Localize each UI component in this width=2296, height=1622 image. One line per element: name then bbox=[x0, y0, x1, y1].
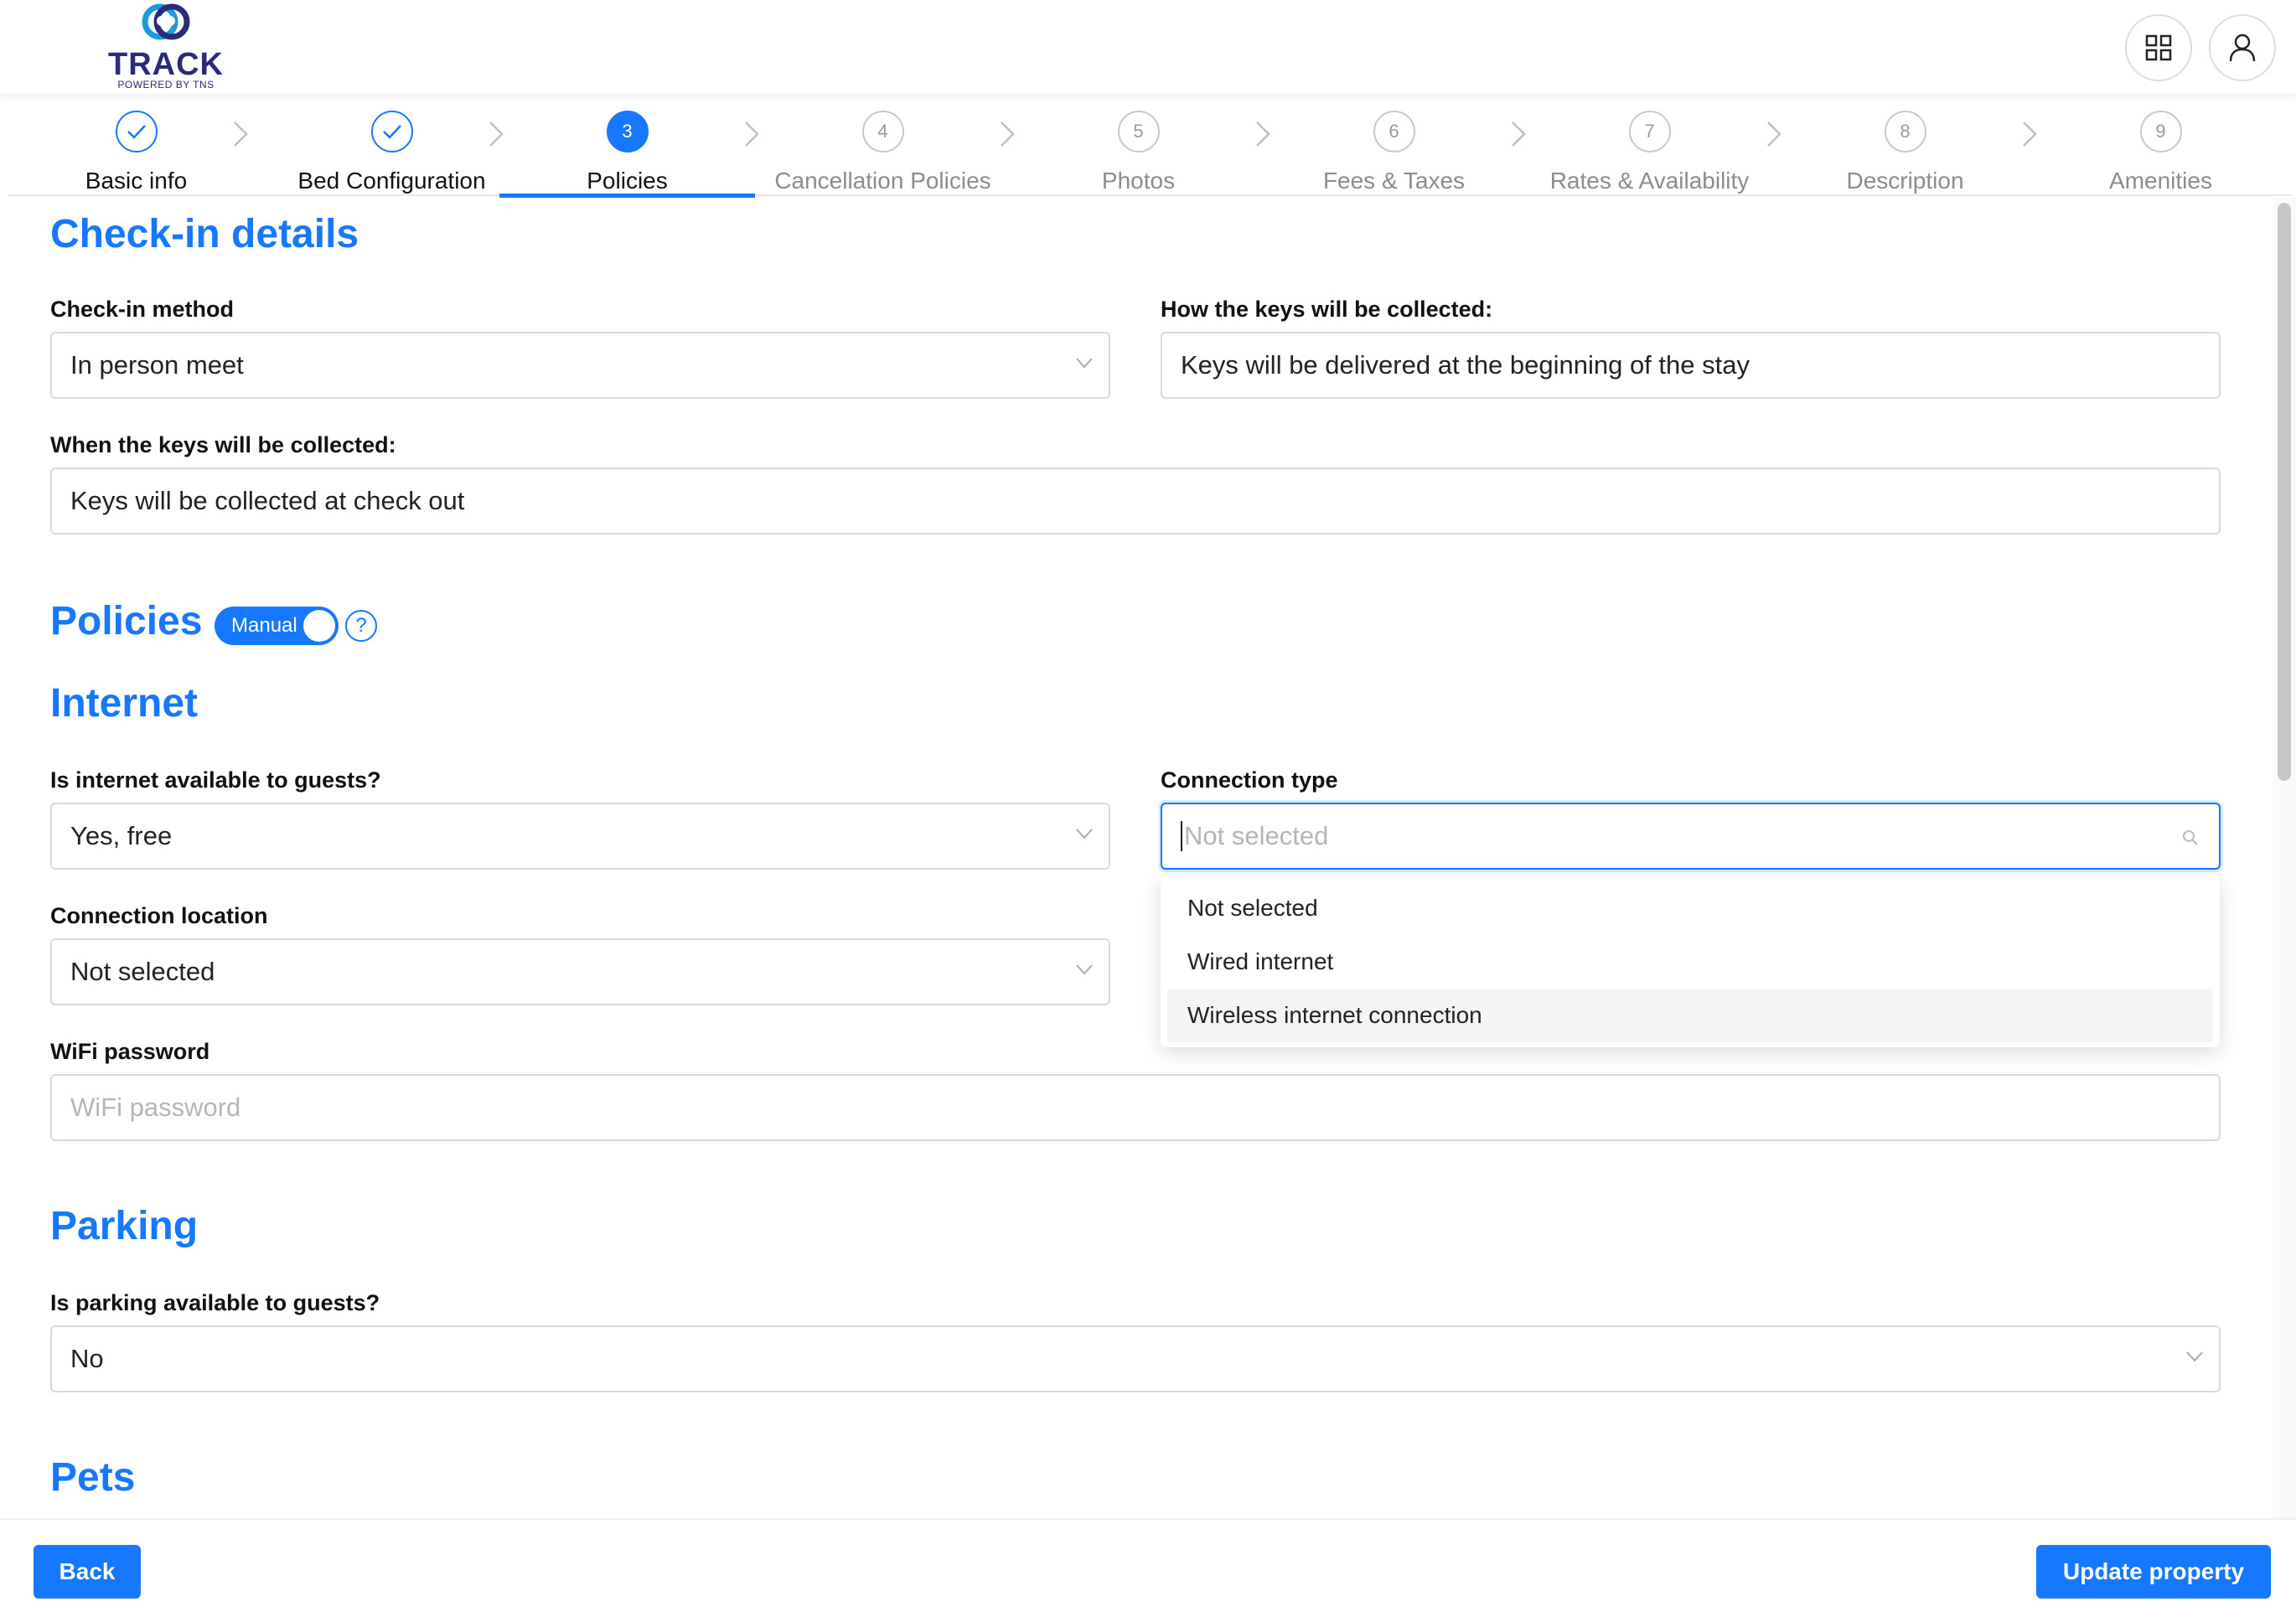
wizard-steps: Basic info Bed Configuration 3 Policies … bbox=[8, 94, 2291, 198]
track-logo[interactable]: TRACK POWERED BY TNS bbox=[107, 0, 225, 92]
option-wireless-internet[interactable]: Wireless internet connection bbox=[1167, 989, 2213, 1042]
step-number: 7 bbox=[1628, 111, 1671, 152]
text-caret bbox=[1181, 821, 1182, 851]
wifi-password-label: WiFi password bbox=[50, 1039, 210, 1064]
step-description[interactable]: 8 Description bbox=[1777, 111, 2033, 196]
manual-toggle[interactable]: Manual bbox=[215, 607, 339, 645]
step-basic-info[interactable]: Basic info bbox=[8, 111, 264, 196]
connection-type-select[interactable]: Not selected bbox=[1161, 803, 2221, 870]
internet-available-value: Yes, free bbox=[70, 821, 173, 850]
step-label: Description bbox=[1846, 168, 1964, 194]
keys-how-input[interactable]: Keys will be delivered at the beginning … bbox=[1161, 332, 2221, 399]
step-label: Bed Configuration bbox=[297, 168, 486, 194]
step-label: Cancellation Policies bbox=[774, 168, 991, 194]
step-policies[interactable]: 3 Policies bbox=[499, 111, 755, 198]
checkin-method-label: Check-in method bbox=[50, 297, 235, 322]
chevron-down-icon bbox=[1076, 829, 1093, 839]
check-icon bbox=[115, 111, 158, 152]
step-cancellation-policies[interactable]: 4 Cancellation Policies bbox=[755, 111, 1011, 196]
connection-type-dropdown: Not selected Wired internet Wireless int… bbox=[1161, 875, 2220, 1047]
parking-available-select[interactable]: No bbox=[50, 1325, 2221, 1392]
back-button[interactable]: Back bbox=[34, 1545, 141, 1599]
internet-section-title: Internet bbox=[50, 681, 199, 726]
option-wired-internet[interactable]: Wired internet bbox=[1167, 935, 2213, 989]
keys-when-value: Keys will be collected at check out bbox=[70, 486, 465, 515]
step-number: 9 bbox=[2139, 111, 2182, 152]
step-number: 5 bbox=[1117, 111, 1160, 152]
wifi-password-placeholder: WiFi password bbox=[70, 1093, 241, 1122]
step-number: 4 bbox=[861, 111, 904, 152]
chevron-down-icon bbox=[2186, 1351, 2203, 1362]
parking-available-label: Is parking available to guests? bbox=[50, 1290, 380, 1315]
toggle-knob bbox=[303, 610, 335, 642]
option-not-selected[interactable]: Not selected bbox=[1167, 881, 2213, 935]
checkin-section-title: Check-in details bbox=[50, 212, 359, 256]
parking-available-value: No bbox=[70, 1344, 104, 1373]
check-icon bbox=[370, 111, 413, 152]
apps-grid-button[interactable] bbox=[2125, 14, 2192, 81]
checkin-method-value: In person meet bbox=[70, 350, 244, 380]
step-rates-availability[interactable]: 7 Rates & Availability bbox=[1522, 111, 1777, 196]
user-icon bbox=[2229, 34, 2256, 62]
toggle-label: Manual bbox=[231, 614, 297, 637]
help-glyph: ? bbox=[355, 614, 367, 637]
step-label: Amenities bbox=[2109, 168, 2212, 194]
chevron-right-icon bbox=[234, 121, 248, 147]
user-account-button[interactable] bbox=[2209, 14, 2276, 81]
keys-how-value: Keys will be delivered at the beginning … bbox=[1181, 350, 1750, 380]
keys-how-label: How the keys will be collected: bbox=[1161, 297, 1493, 322]
logo-powered-by: POWERED BY TNS bbox=[117, 79, 215, 90]
step-label: Rates & Availability bbox=[1549, 168, 1750, 194]
step-label: Basic info bbox=[85, 168, 188, 194]
chevron-down-icon bbox=[1076, 964, 1093, 975]
step-photos[interactable]: 5 Photos bbox=[1011, 111, 1266, 196]
step-number: 6 bbox=[1373, 111, 1415, 152]
step-label: Photos bbox=[1101, 168, 1176, 194]
step-fees-taxes[interactable]: 6 Fees & Taxes bbox=[1266, 111, 1522, 196]
connection-location-value: Not selected bbox=[70, 957, 215, 986]
step-label: Policies bbox=[587, 168, 668, 194]
wifi-password-input[interactable]: WiFi password bbox=[50, 1074, 2221, 1141]
update-property-button[interactable]: Update property bbox=[2036, 1545, 2271, 1599]
chevron-down-icon bbox=[1076, 358, 1093, 369]
keys-when-input[interactable]: Keys will be collected at check out bbox=[50, 467, 2221, 535]
step-amenities[interactable]: 9 Amenities bbox=[2033, 111, 2288, 196]
top-bar: TRACK POWERED BY TNS bbox=[0, 0, 2296, 94]
keys-when-label: When the keys will be collected: bbox=[50, 432, 396, 457]
step-number: 8 bbox=[1884, 111, 1926, 152]
checkin-method-select[interactable]: In person meet bbox=[50, 332, 1110, 399]
scrollbar-thumb[interactable] bbox=[2278, 203, 2291, 781]
step-bed-configuration[interactable]: Bed Configuration bbox=[264, 111, 520, 196]
logo-mark-icon bbox=[142, 3, 190, 40]
pets-section-title: Pets bbox=[50, 1455, 136, 1500]
step-label: Fees & Taxes bbox=[1322, 168, 1466, 194]
search-icon bbox=[2183, 830, 2198, 845]
logo-brand-text: TRACK bbox=[108, 47, 224, 82]
connection-type-label: Connection type bbox=[1161, 767, 1338, 793]
connection-location-select[interactable]: Not selected bbox=[50, 938, 1110, 1005]
internet-available-select[interactable]: Yes, free bbox=[50, 803, 1110, 870]
policies-section-title: Policies bbox=[50, 599, 203, 643]
grid-icon bbox=[2145, 34, 2172, 61]
policies-form: Check-in details Check-in method In pers… bbox=[0, 198, 2271, 1518]
help-icon[interactable]: ? bbox=[345, 610, 377, 642]
connection-type-placeholder: Not selected bbox=[1184, 821, 1329, 850]
internet-available-label: Is internet available to guests? bbox=[50, 767, 381, 793]
step-number: 3 bbox=[606, 111, 649, 152]
footer-bar: Back Update property bbox=[0, 1518, 2296, 1622]
connection-location-label: Connection location bbox=[50, 903, 268, 928]
parking-section-title: Parking bbox=[50, 1204, 199, 1248]
